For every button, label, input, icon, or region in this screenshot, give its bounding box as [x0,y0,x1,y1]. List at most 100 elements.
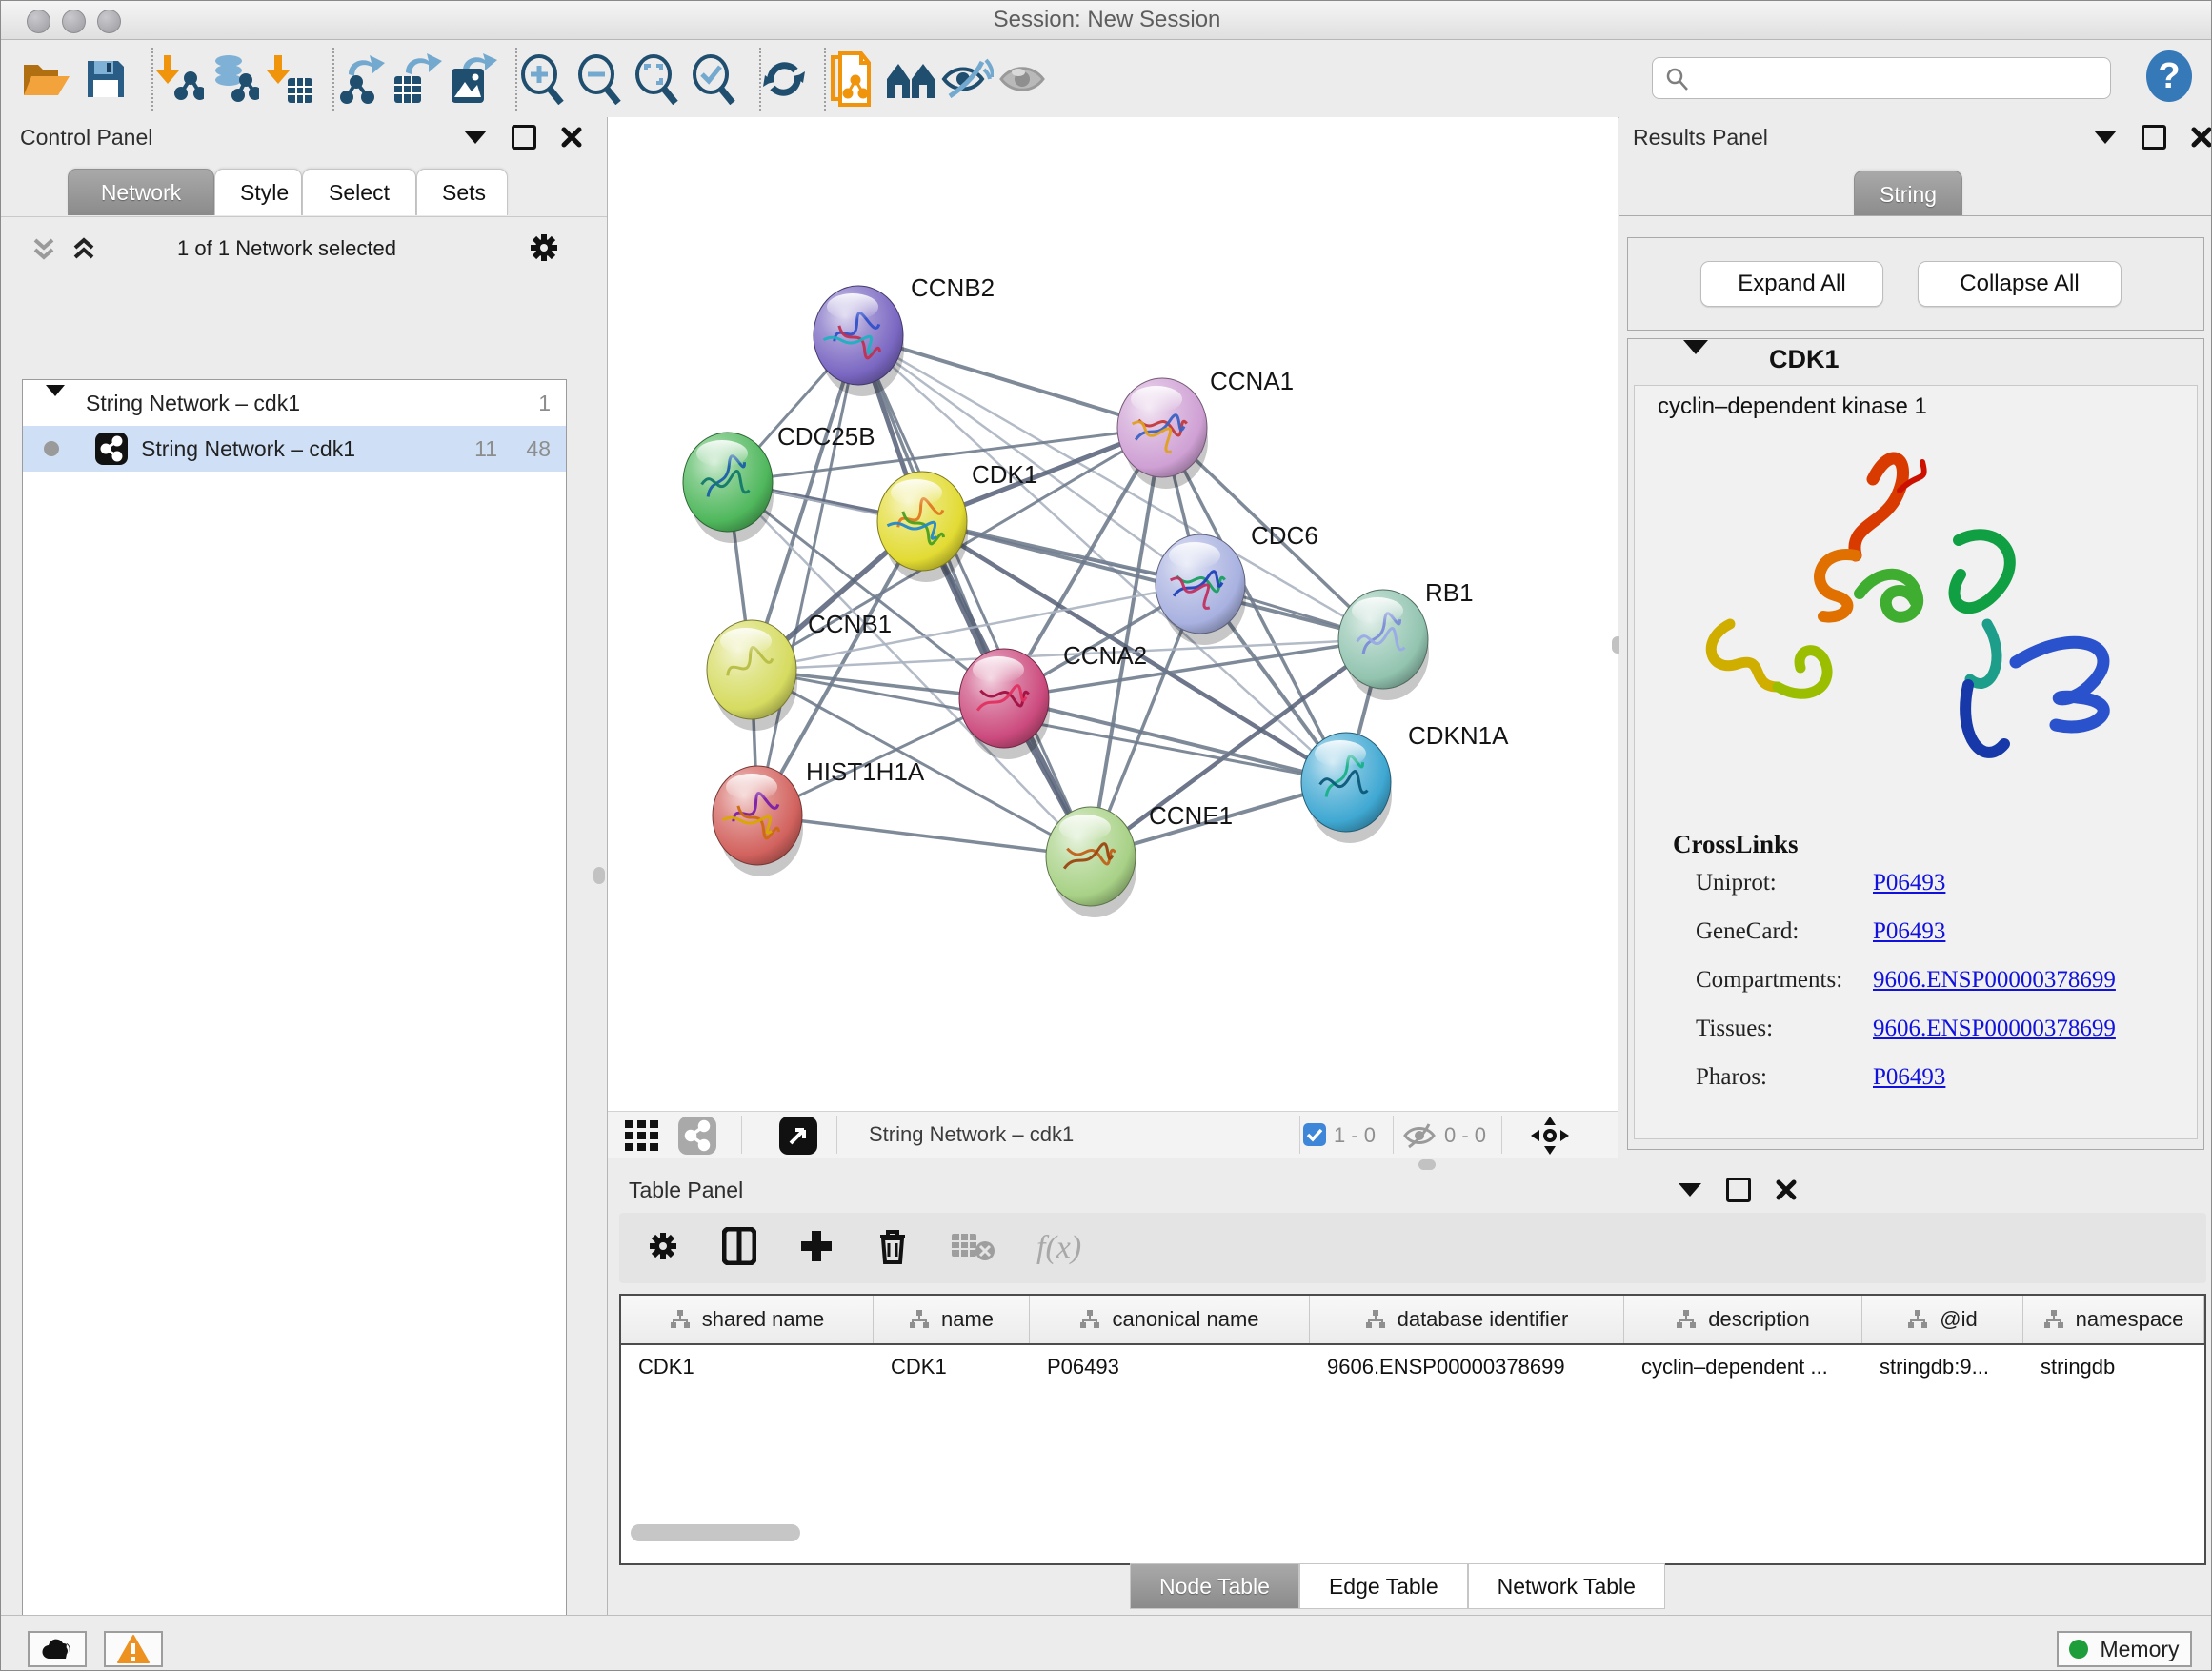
network-node-RB1[interactable] [1338,590,1429,700]
zoom-fit-icon[interactable] [630,52,683,106]
results-panel-float-icon[interactable] [2142,125,2166,150]
section-collapse-icon[interactable] [1683,354,1708,372]
column-header-name[interactable]: name [874,1296,1030,1343]
network-node-CCNB1[interactable] [707,620,797,731]
export-table-icon[interactable] [390,52,443,106]
crosslinks-list: Uniprot:P06493GeneCard:P06493Compartment… [1696,870,2172,1113]
show-columns-icon[interactable] [722,1227,756,1270]
tab-edge-table[interactable]: Edge Table [1299,1563,1468,1609]
table-horizontal-scrollbar[interactable] [631,1524,800,1541]
crosslink-label: Uniprot: [1696,870,1873,896]
add-column-icon[interactable] [798,1228,835,1269]
control-panel-close-icon[interactable] [561,127,582,148]
tab-sets[interactable]: Sets [416,169,508,215]
tab-node-table[interactable]: Node Table [1130,1563,1299,1609]
zoom-out-icon[interactable] [573,52,626,106]
column-header-namespace[interactable]: namespace [2023,1296,2204,1343]
network-node-CDK1[interactable] [877,472,968,582]
network-node-HIST1H1A[interactable] [713,766,803,876]
delete-column-icon[interactable] [876,1227,909,1270]
control-panel-float-icon[interactable] [512,125,536,150]
network-options-gear-icon[interactable] [527,231,561,270]
network-node-CCNE1[interactable] [1046,807,1136,917]
warning-status-button[interactable] [104,1631,163,1667]
network-node-CDC6[interactable] [1156,534,1246,645]
selected-count-badge: 1 - 0 [1334,1123,1376,1148]
expand-all-networks-icon[interactable] [70,234,98,268]
first-neighbors-icon[interactable] [885,52,938,106]
table-cell[interactable]: 9606.ENSP00000378699 [1310,1345,1624,1389]
control-panel-menu-icon[interactable] [464,131,487,144]
import-table-icon[interactable] [262,52,315,106]
crosslink-label: GeneCard: [1696,918,1873,945]
memory-button[interactable]: Memory [2057,1631,2192,1667]
results-panel-close-icon[interactable] [2191,127,2212,148]
network-share-icon[interactable] [678,1117,716,1159]
network-node-CCNA1[interactable] [1117,378,1208,489]
column-header-description[interactable]: description [1624,1296,1862,1343]
open-in-window-icon[interactable] [779,1117,817,1159]
zoom-selected-icon[interactable] [687,52,740,106]
column-header-database-identifier[interactable]: database identifier [1310,1296,1624,1343]
hidden-eye-slash-icon[interactable] [1402,1121,1437,1155]
table-cell[interactable]: CDK1 [874,1345,1030,1389]
birdseye-view-icon[interactable] [625,1120,663,1156]
tab-network[interactable]: Network [68,169,214,215]
save-session-icon[interactable] [79,52,132,106]
cloud-status-button[interactable] [28,1631,87,1667]
left-splitter-grip[interactable] [593,867,605,884]
table-options-gear-icon[interactable] [646,1229,680,1268]
duplicate-network-icon[interactable] [826,52,879,106]
network-canvas[interactable]: CCNB2CCNA1CDC25BCDK1CDC6RB1CCNB1CCNA2CDK… [608,117,1618,1111]
export-network-icon[interactable] [334,52,388,106]
pan-crosshair-icon[interactable] [1530,1116,1570,1160]
help-icon[interactable]: ? [2142,50,2196,103]
zoom-in-icon[interactable] [515,52,569,106]
export-image-icon[interactable] [445,52,498,106]
cloud-icon [41,1638,73,1661]
network-node-CCNA2[interactable] [959,649,1050,759]
network-node-CDKN1A[interactable] [1301,733,1392,843]
network-node-CDC25B[interactable] [683,433,774,543]
import-network-database-icon[interactable] [207,52,260,106]
crosslink-value-link[interactable]: 9606.ENSP00000378699 [1873,1016,2116,1042]
refresh-layout-icon[interactable] [757,52,811,106]
node-table[interactable]: shared namenamecanonical namedatabase id… [619,1294,2206,1565]
column-header-shared-name[interactable]: shared name [621,1296,874,1343]
hide-selected-icon[interactable] [940,52,994,106]
table-panel-menu-icon[interactable] [1679,1183,1701,1197]
import-network-file-icon[interactable] [151,52,205,106]
table-cell[interactable]: CDK1 [621,1345,874,1389]
tab-style[interactable]: Style [214,169,302,215]
table-panel-close-icon[interactable] [1776,1179,1797,1200]
selected-checkbox-icon[interactable] [1303,1123,1326,1151]
table-cell[interactable]: stringdb [2023,1345,2204,1389]
crosslink-value-link[interactable]: P06493 [1873,1064,1945,1091]
table-cell[interactable]: cyclin–dependent ... [1624,1345,1862,1389]
table-cell[interactable]: stringdb:9... [1862,1345,2023,1389]
results-panel-menu-icon[interactable] [2094,131,2117,144]
crosslink-value-link[interactable]: 9606.ENSP00000378699 [1873,967,2116,994]
collapse-all-networks-icon[interactable] [30,234,58,268]
network-tree-collection-row[interactable]: String Network – cdk1 1 [23,380,566,426]
table-cell[interactable]: P06493 [1030,1345,1310,1389]
open-session-icon[interactable] [20,52,73,106]
tab-network-table[interactable]: Network Table [1468,1563,1665,1609]
column-header-canonical-name[interactable]: canonical name [1030,1296,1310,1343]
collapse-all-button[interactable]: Collapse All [1918,261,2122,307]
table-row[interactable]: CDK1CDK1P064939606.ENSP00000378699cyclin… [621,1345,2204,1389]
column-header-@id[interactable]: @id [1862,1296,2023,1343]
show-all-icon[interactable] [995,52,1049,106]
network-node-CCNB2[interactable] [814,286,904,396]
expand-all-button[interactable]: Expand All [1700,261,1883,307]
toolbar-search-input[interactable] [1652,57,2111,99]
tab-select[interactable]: Select [302,169,416,215]
bottom-splitter-grip[interactable] [1418,1159,1436,1170]
network-graph: CCNB2CCNA1CDC25BCDK1CDC6RB1CCNB1CCNA2CDK… [608,117,1618,1111]
network-tree-network-row[interactable]: String Network – cdk1 11 48 [23,426,566,472]
tab-string[interactable]: String [1854,171,1962,217]
crosslink-value-link[interactable]: P06493 [1873,918,1945,945]
tree-expand-icon[interactable] [46,396,65,422]
crosslink-value-link[interactable]: P06493 [1873,870,1945,896]
table-panel-float-icon[interactable] [1726,1178,1751,1202]
